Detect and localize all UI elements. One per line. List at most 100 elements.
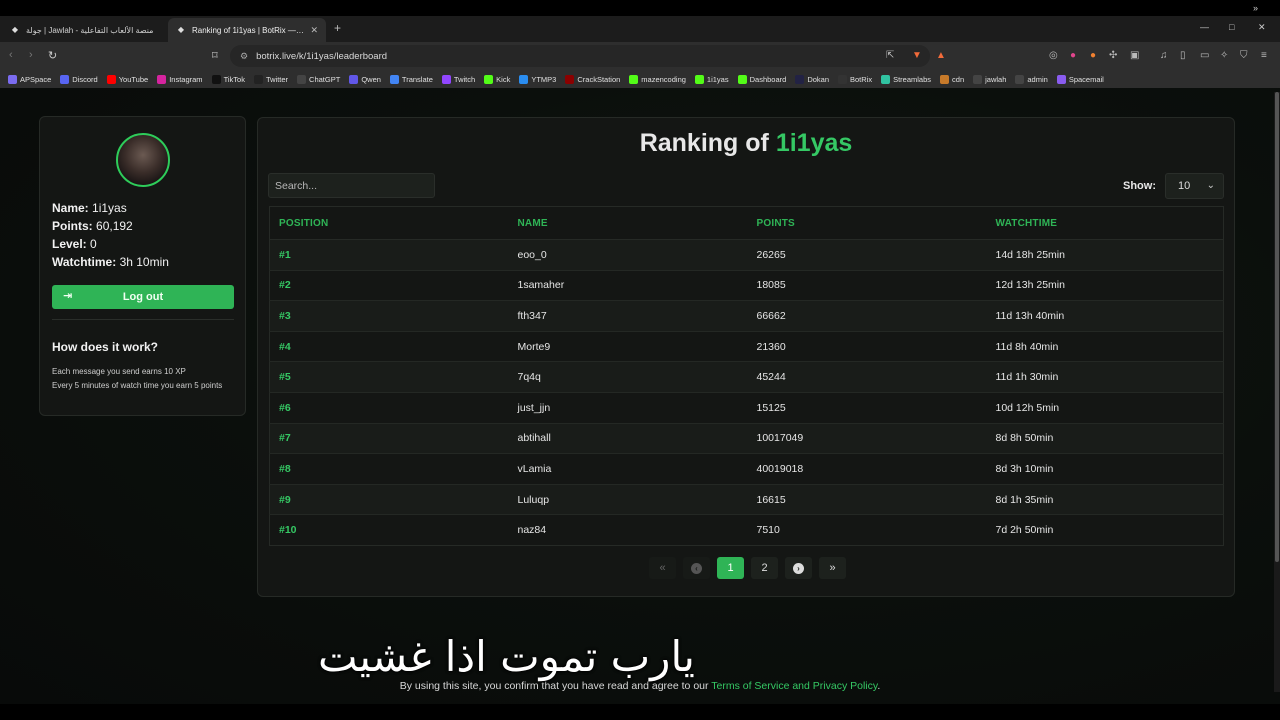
bookmark-item[interactable]: Qwen xyxy=(349,74,381,84)
new-tab-icon[interactable]: + xyxy=(334,21,341,35)
minimize-icon[interactable]: — xyxy=(1200,22,1209,32)
bookmark-item[interactable]: admin xyxy=(1015,74,1048,84)
cell-points: 7510 xyxy=(747,514,987,546)
bookmark-item[interactable]: ChatGPT xyxy=(297,74,340,84)
tab-jawlah[interactable]: ◆ جولة | Jawlah - منصة الألعاب التفاعلية xyxy=(2,18,164,42)
media-icon[interactable]: ♫ xyxy=(1160,50,1168,61)
bookmark-icon xyxy=(106,74,116,84)
cell-points: 18085 xyxy=(747,270,987,302)
cell-watchtime: 11d 13h 40min xyxy=(986,300,1224,332)
page-number: 2 xyxy=(761,562,768,574)
cell-points: 15125 xyxy=(747,392,987,424)
logout-button[interactable]: ⇥ Log out xyxy=(52,285,234,309)
cell-watchtime: 8d 3h 10min xyxy=(986,453,1224,485)
bookmark-item[interactable]: YTMP3 xyxy=(519,74,556,84)
brave-shields-icon[interactable]: ▼ xyxy=(912,50,922,61)
bookmark-item[interactable]: Instagram xyxy=(157,74,203,84)
bookmark-item[interactable]: 1i1yas xyxy=(694,74,729,84)
bookmark-icon xyxy=(1015,74,1025,84)
last-page-button[interactable]: » xyxy=(819,557,846,579)
profile-watchtime: 3h 10min xyxy=(119,255,169,269)
bookmark-item[interactable]: Twitter xyxy=(253,74,288,84)
leo-ai-icon[interactable]: ✧ xyxy=(1220,50,1228,61)
site-info-icon[interactable]: ⚙ xyxy=(240,51,248,62)
prev-page-button[interactable]: ‹ xyxy=(683,557,710,579)
bookmark-item[interactable]: YouTube xyxy=(106,74,149,84)
table-header-row: POSITION NAME POINTS WATCHTIME xyxy=(269,206,1224,240)
bookmark-item[interactable]: Dashboard xyxy=(737,74,786,84)
bookmark-item[interactable]: mazencoding xyxy=(629,74,686,84)
page-button-2[interactable]: 2 xyxy=(751,557,778,579)
name-label: Name: xyxy=(52,201,89,215)
close-window-icon[interactable]: ✕ xyxy=(1258,22,1266,33)
bookmark-item[interactable]: Kick xyxy=(484,74,510,84)
bookmark-icon xyxy=(629,74,639,84)
cell-position: #1 xyxy=(269,239,509,271)
pagination: « ‹ 1 2 › » xyxy=(649,557,846,579)
tab-title: جولة | Jawlah - منصة الألعاب التفاعلية xyxy=(26,25,154,35)
extension-icon[interactable]: ● xyxy=(1090,50,1096,61)
sidebar-icon[interactable]: ▯ xyxy=(1180,50,1186,61)
profile-name-row: Name: 1i1yas xyxy=(52,199,169,217)
screenshot-icon[interactable]: ▣ xyxy=(1130,50,1139,61)
extensions-puzzle-icon[interactable]: ✣ xyxy=(1109,50,1117,61)
menu-icon[interactable]: ≡ xyxy=(1261,50,1267,61)
profile-info: Name: 1i1yas Points: 60,192 Level: 0 Wat… xyxy=(52,199,169,271)
reload-icon[interactable]: ↻ xyxy=(48,49,57,62)
close-tab-icon[interactable]: ✕ xyxy=(310,25,318,36)
back-icon[interactable]: ‹ xyxy=(9,49,13,61)
column-header-position[interactable]: POSITION xyxy=(269,206,509,240)
cell-name: eoo_0 xyxy=(508,239,748,271)
page-scrollbar[interactable] xyxy=(1274,92,1280,692)
share-icon[interactable]: ⇱ xyxy=(886,50,894,61)
address-bar[interactable]: ⚙ botrix.live/k/1i1yas/leaderboard xyxy=(230,45,930,67)
column-header-points[interactable]: POINTS xyxy=(747,206,987,240)
wallet-icon[interactable]: ▭ xyxy=(1200,50,1209,61)
table-row: #8 vLamia 40019018 8d 3h 10min xyxy=(269,453,1224,485)
bookmark-item[interactable]: APSpace xyxy=(8,74,51,84)
bookmark-item[interactable]: cdn xyxy=(940,74,965,84)
bookmark-item[interactable]: Twitch xyxy=(441,74,475,84)
cell-name: 1samaher xyxy=(508,270,748,302)
column-header-watchtime[interactable]: WATCHTIME xyxy=(986,206,1224,240)
bookmark-item[interactable]: TikTok xyxy=(211,74,245,84)
bookmark-item[interactable]: Streamlabs xyxy=(881,74,931,84)
chevron-down-icon: ⌄ xyxy=(1206,180,1215,191)
bookmark-item[interactable]: Translate xyxy=(389,74,433,84)
tab-botrix[interactable]: ◆ Ranking of 1i1yas | BotRix — Cle ✕ xyxy=(168,18,326,42)
show-count-select[interactable]: 10 ⌄ xyxy=(1165,173,1224,199)
page-number: 1 xyxy=(727,562,734,574)
bookmark-item[interactable]: Discord xyxy=(60,74,98,84)
divider xyxy=(52,319,234,320)
terms-link[interactable]: Terms of Service and Privacy Policy xyxy=(711,680,877,692)
next-page-button[interactable]: › xyxy=(785,557,812,579)
bookmark-item[interactable]: Spacemail xyxy=(1056,74,1104,84)
bookmark-label: CrackStation xyxy=(577,74,621,84)
bookmark-icon[interactable]: ⌑ xyxy=(212,49,218,62)
bookmark-item[interactable]: CrackStation xyxy=(565,74,621,84)
brave-rewards-icon[interactable]: ▲ xyxy=(936,50,946,61)
extension-icon[interactable]: ◎ xyxy=(1049,50,1058,61)
column-header-name[interactable]: NAME xyxy=(508,206,748,240)
bookmark-item[interactable]: jawlah xyxy=(973,74,1006,84)
cell-position: #5 xyxy=(269,361,509,393)
scrollbar-thumb[interactable] xyxy=(1275,92,1279,562)
cell-points: 21360 xyxy=(747,331,987,363)
maximize-icon[interactable]: □ xyxy=(1229,22,1234,32)
cell-watchtime: 7d 2h 50min xyxy=(986,514,1224,546)
bookmarks-overflow-icon[interactable]: » xyxy=(1253,3,1258,13)
first-page-button[interactable]: « xyxy=(649,557,676,579)
page-button-1[interactable]: 1 xyxy=(717,557,744,579)
logout-label: Log out xyxy=(122,291,164,303)
bookmark-item[interactable]: BotRix xyxy=(838,74,872,84)
cell-points: 10017049 xyxy=(747,423,987,455)
bookmark-item[interactable]: Dokan xyxy=(795,74,829,84)
vpn-icon[interactable]: ⛉ xyxy=(1240,50,1248,61)
bookmark-label: cdn xyxy=(952,74,965,84)
forward-icon[interactable]: › xyxy=(29,49,33,61)
profile-level: 0 xyxy=(90,237,97,251)
search-input[interactable] xyxy=(268,173,435,198)
extension-icon[interactable]: ● xyxy=(1070,50,1076,61)
bookmark-label: YouTube xyxy=(118,74,149,84)
table-row: #2 1samaher 18085 12d 13h 25min xyxy=(269,270,1224,302)
